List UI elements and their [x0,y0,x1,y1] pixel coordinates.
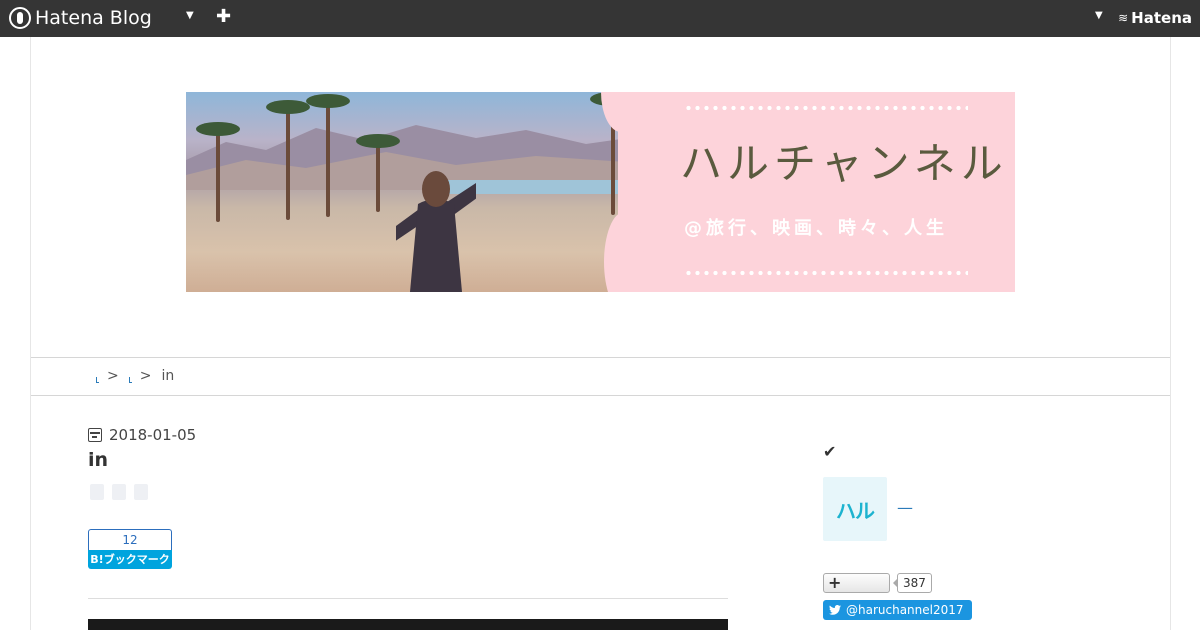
hatena-blog-logo[interactable]: Hatena Blog [9,7,152,29]
twitter-bird-icon [829,605,841,615]
palm-trunk [216,132,220,222]
category-tag[interactable] [134,484,148,500]
entry-categories [90,484,156,500]
breadcrumb-current: in [161,368,175,384]
entry-title[interactable]: in [88,449,108,471]
palm-trunk [376,142,380,212]
embedded-media[interactable] [88,619,728,630]
breadcrumb-separator: > [107,368,119,384]
banner-title-panel [618,92,1015,292]
palm-trunk [326,102,330,217]
breadcrumb-home-link[interactable] [96,377,99,383]
blog-header-banner[interactable]: ハルチャンネル @旅行、映画、時々、人生 [186,92,1015,292]
hatena-label: Hatena [1131,9,1192,27]
plus-icon[interactable]: ✚ [216,6,231,27]
hatena-top-bar: Hatena Blog ▼ ✚ ▼ ≋ Hatena [0,0,1200,37]
breadcrumb-separator: > [139,368,152,384]
blog-tagline: @旅行、映画、時々、人生 [684,218,948,239]
dotted-border-bottom [684,270,968,276]
breadcrumb-category-link[interactable] [128,377,132,383]
author-name-link[interactable]: — [897,498,913,517]
entry-date-text: 2018-01-05 [109,426,197,444]
hatena-icon: ≋ [1118,11,1129,25]
dotted-border-top [684,105,968,111]
palm-leaves [196,122,240,136]
subscribe-button[interactable]: + [823,573,890,593]
avatar[interactable]: ハル [823,477,887,541]
palm-leaves [356,134,400,148]
chevron-down-icon[interactable]: ▼ [1095,10,1103,21]
hatena-bookmark-button[interactable]: 12 B!ブックマーク [88,529,172,569]
entry-date[interactable]: 2018-01-05 [88,426,196,444]
blog-title: ハルチャンネル [680,139,1008,188]
category-tag[interactable] [90,484,104,500]
bookmark-count: 12 [88,529,172,550]
plus-icon: + [828,573,842,592]
avatar-text: ハル [836,498,875,523]
breadcrumb: > > in [31,357,1170,396]
banner-photo [186,92,656,292]
twitter-handle: @haruchannel2017 [846,603,964,617]
page-container: ハルチャンネル @旅行、映画、時々、人生 > > in 2018-01-05 i… [30,37,1171,630]
entry-divider [88,598,728,599]
chevron-down-icon[interactable]: ▼ [186,10,194,21]
twitter-follow-button[interactable]: @haruchannel2017 [823,600,972,620]
subscriber-count: 387 [893,573,932,593]
palm-leaves [266,100,310,114]
calendar-icon [88,428,102,442]
woman-figure-graphic [396,171,476,292]
brand-name: Hatena Blog [35,7,152,29]
palm-trunk [286,110,290,220]
checkmark-icon: ✔ [823,442,837,461]
category-tag[interactable] [112,484,126,500]
bookmark-label: B!ブックマーク [88,550,172,569]
hatena-blog-icon [9,7,31,29]
hatena-account-menu[interactable]: ≋ Hatena [1118,9,1192,27]
palm-leaves [306,94,350,108]
